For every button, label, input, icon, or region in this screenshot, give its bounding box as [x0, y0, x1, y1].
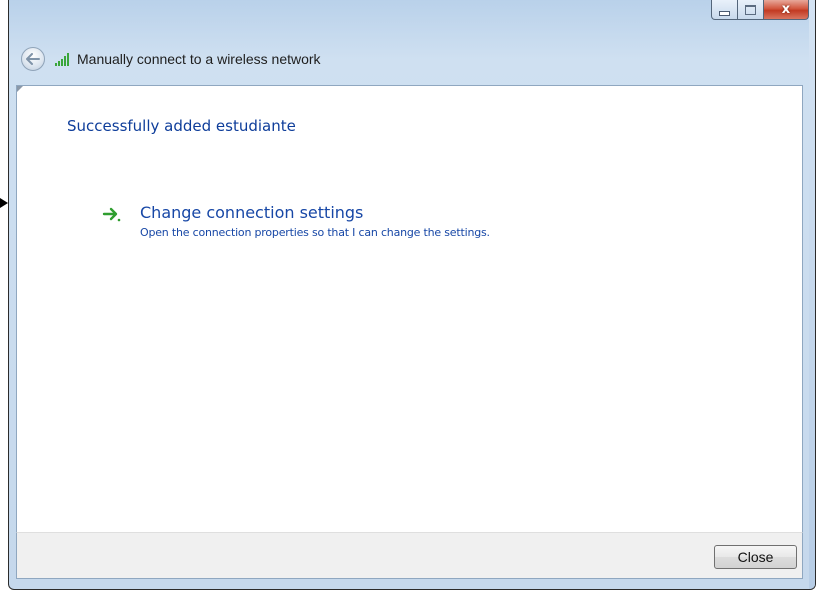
- minimize-button[interactable]: [711, 0, 738, 20]
- green-arrow-icon: [102, 207, 121, 222]
- title-bar: Manually connect to a wireless network: [9, 44, 815, 74]
- maximize-icon: [745, 4, 756, 15]
- content-pane: Successfully added estudiante Change con…: [16, 85, 803, 532]
- maximize-button[interactable]: [738, 0, 764, 20]
- caption-buttons: x: [711, 0, 809, 21]
- close-button[interactable]: Close: [714, 545, 797, 569]
- window-close-button[interactable]: x: [764, 0, 809, 20]
- back-button[interactable]: [21, 47, 45, 71]
- link-description: Open the connection properties so that I…: [140, 226, 490, 239]
- corner-mark: [17, 86, 23, 92]
- link-title[interactable]: Change connection settings: [140, 203, 363, 222]
- dialog-footer: Close: [16, 532, 803, 579]
- page-heading: Successfully added estudiante: [67, 117, 296, 135]
- window-frame-edge: [809, 0, 815, 589]
- back-arrow-icon: [26, 53, 40, 65]
- minimize-icon: [719, 10, 730, 16]
- wireless-signal-icon: [55, 53, 69, 66]
- change-connection-settings-link[interactable]: Change connection settings Open the conn…: [102, 203, 662, 247]
- window-title: Manually connect to a wireless network: [77, 51, 321, 67]
- dialog-window: x Manually connect to a wireless network…: [8, 0, 816, 590]
- close-icon: x: [781, 2, 791, 17]
- side-pointer-arrow-icon: [0, 198, 8, 208]
